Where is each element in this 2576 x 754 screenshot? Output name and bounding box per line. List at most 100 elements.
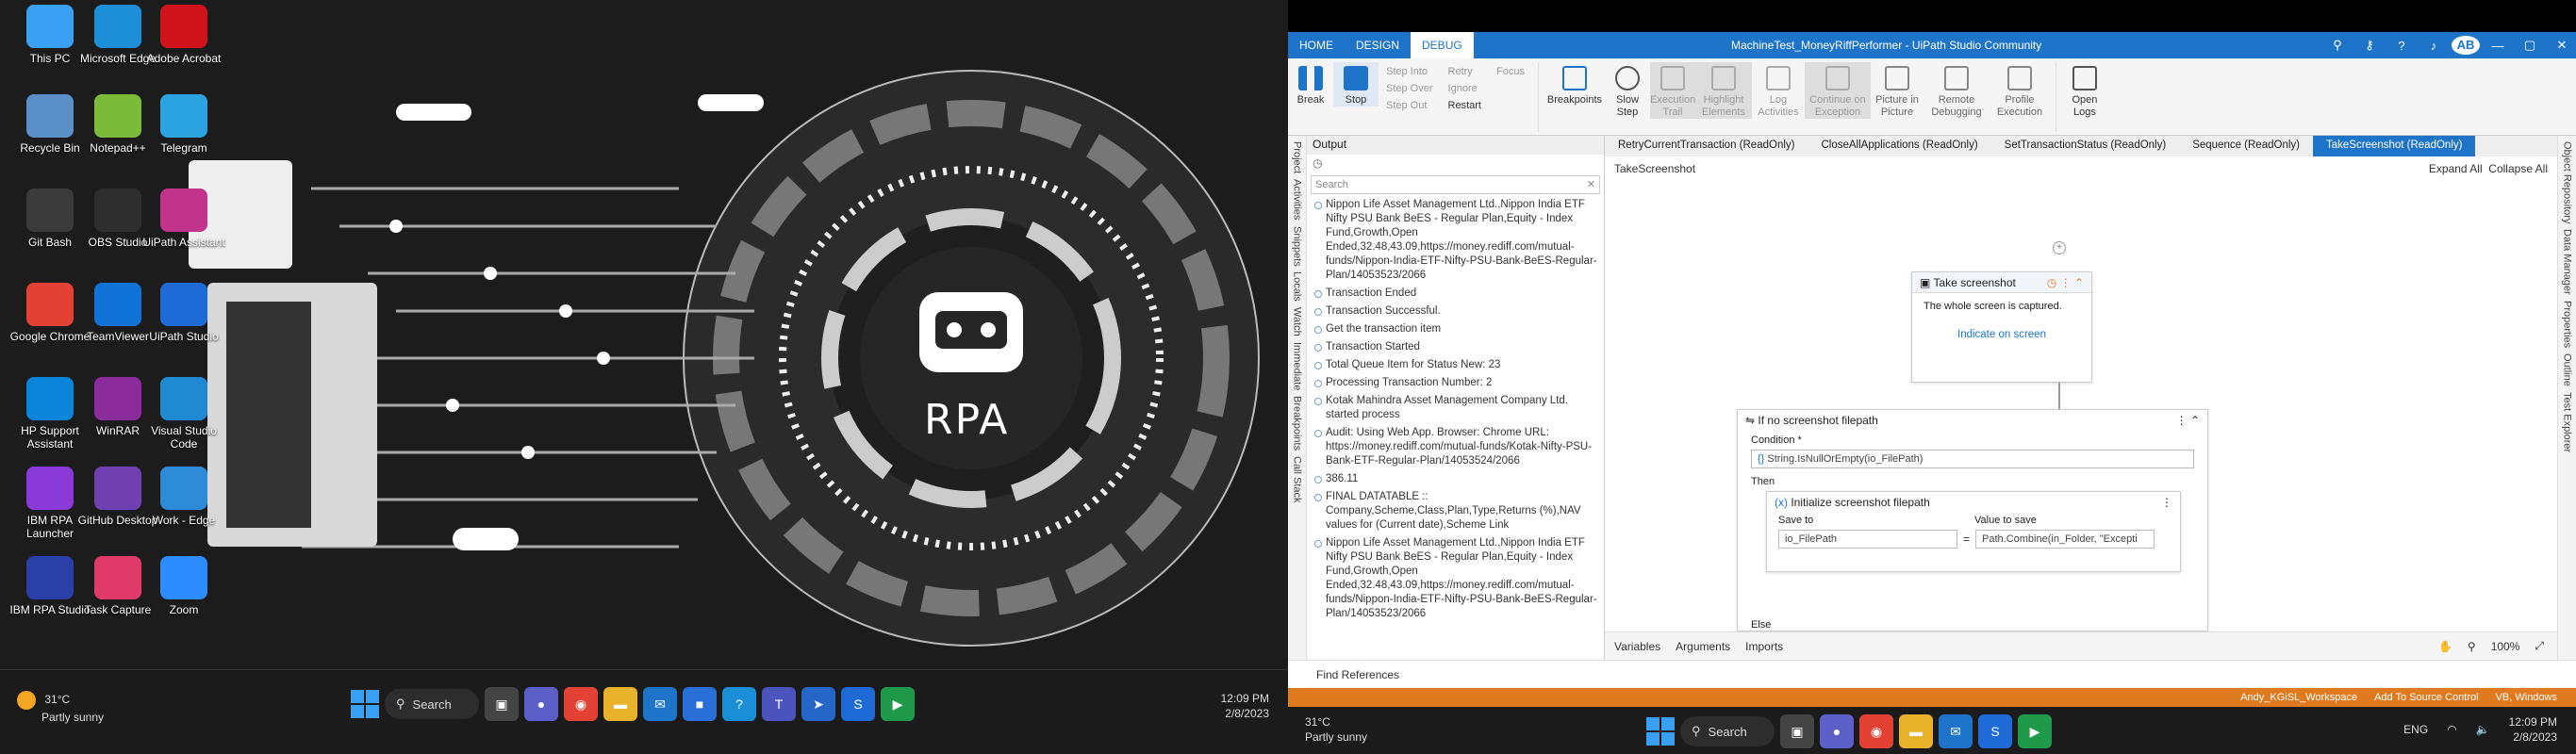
- output-line[interactable]: Total Queue Item for Status New: 23: [1314, 358, 1600, 372]
- wifi-icon[interactable]: ◠: [2447, 722, 2456, 737]
- notification-icon[interactable]: ♪: [2419, 39, 2448, 53]
- left-rail-tab[interactable]: Immediate: [1292, 342, 1303, 390]
- assistant-taskbar-icon[interactable]: ▶: [881, 687, 915, 721]
- continue-on-exception-button[interactable]: Continue on Exception: [1804, 62, 1871, 119]
- hand-icon[interactable]: ✋: [2438, 640, 2452, 653]
- task-view-icon[interactable]: ▣: [1780, 714, 1814, 748]
- start-button[interactable]: [1646, 717, 1675, 746]
- weather-widget[interactable]: 31°C Partly sunny: [1305, 714, 1367, 745]
- volume-icon[interactable]: 🔈: [2476, 722, 2490, 737]
- left-rail-tab[interactable]: Project: [1292, 141, 1303, 173]
- output-line[interactable]: Transaction Ended: [1314, 287, 1600, 301]
- stop-button[interactable]: Stop: [1333, 62, 1379, 107]
- step-over-button[interactable]: Step Over: [1386, 83, 1433, 94]
- expand-all-button[interactable]: Expand All: [2429, 162, 2483, 175]
- workspace-selector[interactable]: Andy_KGiSL_Workspace: [2240, 692, 2357, 703]
- output-line[interactable]: Transaction Started: [1314, 340, 1600, 354]
- desktop-icon[interactable]: UiPath Studio: [141, 283, 226, 343]
- retry-button[interactable]: Retry: [1448, 66, 1481, 77]
- close-icon[interactable]: ✕: [2548, 38, 2576, 53]
- chrome-taskbar-icon[interactable]: ◉: [564, 687, 598, 721]
- indicate-on-screen-link[interactable]: Indicate on screen: [1912, 329, 2091, 340]
- log-activities-button[interactable]: Log Activities: [1752, 62, 1805, 119]
- weather-widget[interactable]: 31°C Partly sunny: [17, 691, 104, 725]
- teams-chat-icon[interactable]: ●: [524, 687, 558, 721]
- execution-trail-button[interactable]: Execution Trail: [1649, 62, 1695, 119]
- document-tab[interactable]: CloseAllApplications (ReadOnly): [1808, 136, 1990, 156]
- taskbar-search[interactable]: ⚲ Search: [385, 689, 479, 719]
- tab-design[interactable]: DESIGN: [1345, 32, 1411, 58]
- chrome-taskbar-icon[interactable]: ◉: [1859, 714, 1893, 748]
- highlight-elements-button[interactable]: Highlight Elements: [1694, 62, 1752, 119]
- assistant-taskbar-icon[interactable]: ▶: [2018, 714, 2052, 748]
- uipath-taskbar-icon[interactable]: S: [1978, 714, 2012, 748]
- mail-icon[interactable]: ✉: [643, 687, 677, 721]
- break-button[interactable]: Break: [1288, 62, 1333, 107]
- left-rail-tab[interactable]: Call Stack: [1292, 456, 1303, 503]
- teams-chat-icon[interactable]: ●: [1820, 714, 1854, 748]
- desktop-icon[interactable]: Telegram: [141, 94, 226, 155]
- help-icon[interactable]: ?: [2387, 39, 2416, 53]
- save-to-field[interactable]: io_FilePath: [1778, 530, 1957, 549]
- open-logs-button[interactable]: Open Logs: [2062, 62, 2107, 119]
- tab-home[interactable]: HOME: [1288, 32, 1345, 58]
- right-rail-tab[interactable]: Test Explorer: [2562, 392, 2573, 452]
- breadcrumb[interactable]: TakeScreenshot: [1614, 162, 1695, 175]
- picture-in-picture-button[interactable]: Picture in Picture: [1871, 62, 1924, 119]
- document-tab[interactable]: TakeScreenshot (ReadOnly): [2312, 136, 2476, 156]
- document-tab[interactable]: Sequence (ReadOnly): [2179, 136, 2313, 156]
- find-references-tab[interactable]: Find References: [1288, 660, 2576, 688]
- taskbar-search[interactable]: ⚲ Search: [1680, 716, 1775, 746]
- slow-step-button[interactable]: Slow Step: [1605, 62, 1650, 119]
- mail-icon[interactable]: ✉: [1939, 714, 1973, 748]
- step-into-button[interactable]: Step Into: [1386, 66, 1433, 77]
- restart-button[interactable]: Restart: [1448, 100, 1481, 111]
- condition-field[interactable]: {} String.IsNullOrEmpty(io_FilePath): [1751, 450, 2194, 468]
- right-rail-tab[interactable]: Outline: [2562, 353, 2573, 386]
- left-rail-tab[interactable]: Watch: [1292, 307, 1303, 336]
- right-rail-tab[interactable]: Object Repository: [2562, 141, 2573, 223]
- avatar[interactable]: AB: [2452, 36, 2480, 55]
- left-rail-tab[interactable]: Breakpoints: [1292, 396, 1303, 451]
- profile-execution-button[interactable]: Profile Execution: [1990, 62, 2050, 119]
- output-line[interactable]: Get the transaction item: [1314, 322, 1600, 336]
- take-screenshot-activity[interactable]: ▣ Take screenshot ◷ ⋮ ⌃ The whole screen …: [1911, 271, 2092, 383]
- task-view-icon[interactable]: ▣: [485, 687, 519, 721]
- arguments-tab[interactable]: Arguments: [1676, 640, 1730, 653]
- desktop-icon[interactable]: Visual Studio Code: [141, 377, 226, 451]
- desktop-icon[interactable]: Zoom: [141, 556, 226, 616]
- imports-tab[interactable]: Imports: [1745, 640, 1783, 653]
- left-rail-tab[interactable]: Locals: [1292, 271, 1303, 302]
- output-line[interactable]: Kotak Mahindra Asset Management Company …: [1314, 394, 1600, 422]
- close-icon[interactable]: ✕: [1587, 178, 1595, 190]
- fit-icon[interactable]: ⤢: [2535, 639, 2544, 653]
- store-icon[interactable]: ■: [683, 687, 717, 721]
- powerautomate-icon[interactable]: ➤: [801, 687, 835, 721]
- right-rail-tab[interactable]: Data Manager: [2562, 229, 2573, 295]
- lang-indicator[interactable]: ENG: [2403, 722, 2428, 737]
- maximize-icon[interactable]: ▢: [2516, 38, 2544, 53]
- start-button[interactable]: [351, 690, 379, 718]
- right-rail-tab[interactable]: Properties: [2562, 301, 2573, 348]
- tab-debug[interactable]: DEBUG: [1411, 32, 1474, 58]
- output-line[interactable]: Processing Transaction Number: 2: [1314, 376, 1600, 390]
- ignore-button[interactable]: Ignore: [1448, 83, 1481, 94]
- key-icon[interactable]: ⚷: [2355, 38, 2384, 53]
- source-control-button[interactable]: Add To Source Control: [2374, 692, 2478, 703]
- output-line[interactable]: Nippon Life Asset Management Ltd.,Nippon…: [1314, 536, 1600, 621]
- help-icon[interactable]: ?: [722, 687, 756, 721]
- add-activity-icon[interactable]: +: [2053, 241, 2066, 254]
- collapse-icon[interactable]: ⋮ ⌃: [2176, 414, 2200, 427]
- collapse-all-button[interactable]: Collapse All: [2488, 162, 2548, 175]
- search-icon[interactable]: ⚲: [2323, 38, 2352, 53]
- initialize-filepath-activity[interactable]: (x) Initialize screenshot filepath ⋮ Save…: [1766, 491, 2181, 572]
- output-line[interactable]: Transaction Successful.: [1314, 304, 1600, 319]
- variables-tab[interactable]: Variables: [1614, 640, 1660, 653]
- left-rail-tab[interactable]: Snippets: [1292, 226, 1303, 267]
- teams-icon[interactable]: T: [762, 687, 796, 721]
- minimize-icon[interactable]: —: [2484, 39, 2512, 53]
- output-line[interactable]: FINAL DATATABLE :: Company,Scheme,Class,…: [1314, 490, 1600, 533]
- output-search-input[interactable]: Search ✕: [1311, 175, 1600, 194]
- focus-button[interactable]: Focus: [1496, 66, 1525, 77]
- output-line[interactable]: Nippon Life Asset Management Ltd.,Nippon…: [1314, 198, 1600, 283]
